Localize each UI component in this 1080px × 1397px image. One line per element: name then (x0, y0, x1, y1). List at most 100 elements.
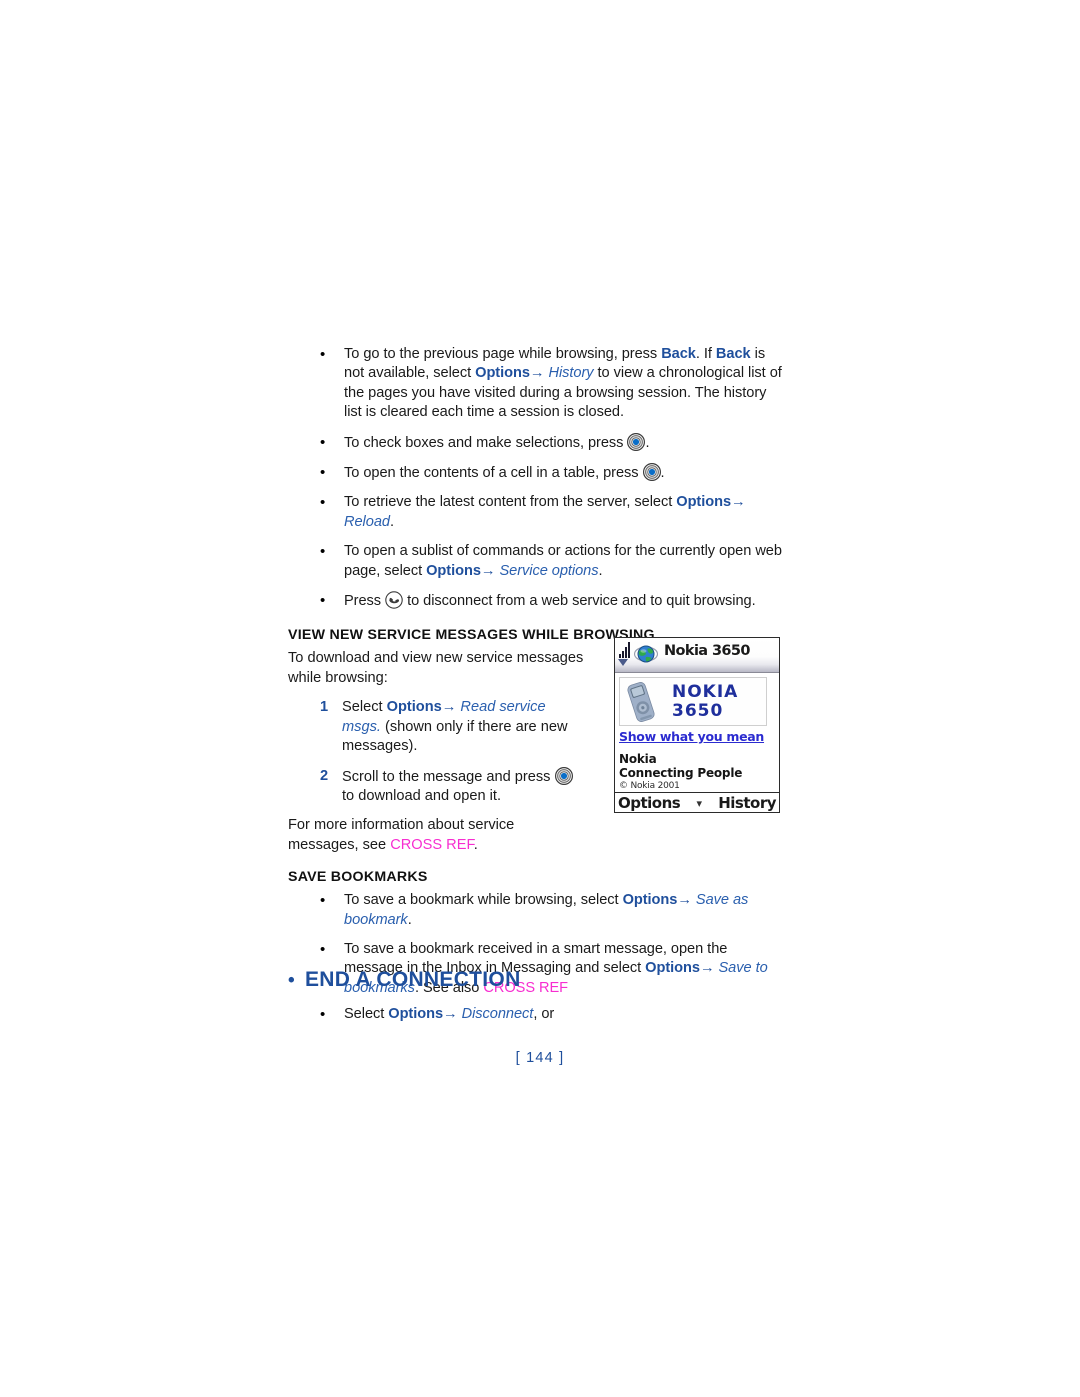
arrow-icon: → (677, 892, 692, 909)
softkey-options[interactable]: Options (618, 795, 681, 812)
body-text: . (407, 911, 412, 928)
browsing-tip-item: Press to disconnect from a web service a… (288, 591, 788, 611)
browsing-tips-list: To go to the previous page while browsin… (288, 345, 788, 611)
body-text: . (389, 513, 394, 530)
chevron-down-icon: ▾ (696, 797, 702, 810)
browsing-tip-item-text: To go to the previous page while browsin… (344, 345, 788, 423)
phone-screenshot-figure: Nokia 3650 NOKIA 3650 Show what you mean… (614, 637, 780, 813)
body-text: . If (695, 346, 716, 362)
bullet-icon (288, 591, 344, 610)
browsing-tip-item: To retrieve the latest content from the … (288, 493, 788, 532)
banner-wordmark: NOKIA 3650 (672, 683, 738, 721)
step-number: 2 (320, 767, 329, 784)
softkey-history[interactable]: History (718, 795, 776, 812)
view-messages-step: 1 Select Options→ Read service msgs. (sho… (288, 698, 588, 756)
end-connection-heading: • END A CONNECTION (288, 968, 521, 992)
bullet-icon (288, 433, 344, 452)
browsing-tip-item-text: To open a sublist of commands or actions… (344, 542, 788, 581)
banner-link[interactable]: Show what you mean (619, 729, 775, 744)
body-text: Select (342, 699, 387, 716)
view-messages-step: 2 Scroll to the message and press to down… (288, 766, 588, 807)
menu-subitem: Reload (344, 513, 390, 530)
body-text: to disconnect from a web service and to … (403, 593, 756, 610)
signal-bars-icon (619, 642, 630, 658)
browsing-tip-item: To open a sublist of commands or actions… (288, 542, 788, 581)
body-text: To save a bookmark while browsing, selec… (344, 892, 623, 909)
menu-command: Options (386, 699, 442, 716)
nokia-banner-ad[interactable]: NOKIA 3650 (619, 677, 767, 726)
step-text: Select Options→ Read service msgs. (show… (342, 698, 588, 756)
bullet-icon (288, 542, 344, 561)
browsing-tip-item-text: To retrieve the latest content from the … (344, 493, 788, 532)
phone-slogan: Nokia Connecting People (619, 752, 775, 780)
phone-title-text: Nokia 3650 (664, 643, 751, 659)
step-number: 1 (320, 699, 329, 716)
phone-screen-body: NOKIA 3650 Show what you mean Nokia Conn… (615, 673, 779, 812)
menu-command: Options (645, 960, 700, 977)
menu-command: Back (661, 346, 696, 362)
menu-subitem: Service options (499, 562, 599, 579)
arrow-icon: → (529, 365, 545, 382)
handset-image (627, 682, 655, 722)
body-text: Select (344, 1006, 389, 1022)
menu-command: Options (622, 892, 678, 909)
menu-command: Options (475, 365, 530, 382)
body-text: To open the contents of a cell in a tabl… (344, 465, 643, 482)
phone-softkey-bar: Options ▾ History (615, 792, 779, 812)
menu-command: Options (388, 1006, 444, 1022)
bullet-icon (288, 1005, 344, 1024)
bullet-icon (288, 940, 344, 959)
scroll-key-icon (554, 766, 573, 785)
browsing-tip-item: To go to the previous page while browsin… (288, 345, 788, 423)
menu-subitem: History (548, 365, 594, 382)
end-connection-item-text: Select Options→ Disconnect, or (344, 1005, 788, 1024)
save-bookmarks-heading: SAVE BOOKMARKS (288, 869, 428, 886)
menu-subitem: Disconnect (461, 1006, 534, 1022)
body-text: to download and open it. (342, 787, 502, 804)
bullet-icon (288, 345, 344, 364)
view-messages-intro: To download and view new service message… (288, 650, 584, 686)
arrow-icon: → (443, 1006, 458, 1022)
slogan-line-1: Nokia (619, 752, 657, 766)
browsing-tip-item: To check boxes and make selections, pres… (288, 432, 788, 453)
body-text: , or (533, 1006, 555, 1022)
scroll-key-icon (627, 432, 646, 451)
end-connection-heading-text: END A CONNECTION (304, 968, 521, 991)
body-text: To check boxes and make selections, pres… (344, 434, 628, 451)
step-text: Scroll to the message and press to downl… (342, 766, 588, 807)
browsing-tip-item-text: To open the contents of a cell in a tabl… (344, 463, 788, 483)
cross-reference: CROSS REF (390, 836, 474, 853)
browsing-tip-item-text: Press to disconnect from a web service a… (344, 591, 788, 611)
menu-command: Options (426, 562, 481, 579)
arrow-icon: → (441, 699, 457, 716)
body-text: . (660, 465, 665, 482)
save-bookmark-item-text: To save a bookmark while browsing, selec… (344, 891, 788, 930)
save-bookmark-item: To save a bookmark while browsing, selec… (288, 891, 788, 930)
menu-command: Options (676, 494, 732, 511)
slogan-line-2: Connecting People (619, 765, 743, 780)
browsing-tip-item-text: To check boxes and make selections, pres… (344, 432, 788, 453)
end-call-key-icon (385, 591, 403, 609)
page-number: [ 144 ] (515, 1050, 565, 1066)
globe-icon (634, 645, 658, 663)
body-text: . (473, 836, 478, 853)
arrow-icon: → (480, 562, 496, 579)
body-text: To retrieve the latest content from the … (344, 494, 677, 511)
browsing-tip-item: To open the contents of a cell in a tabl… (288, 463, 788, 483)
more-info-text: For more information about service messa… (288, 816, 588, 855)
body-text: . (645, 434, 650, 451)
scroll-key-icon (642, 463, 661, 482)
arrow-icon: → (699, 960, 715, 977)
end-connection-list: Select Options→ Disconnect, or (288, 1005, 788, 1034)
section-bullet-icon: • (288, 969, 295, 991)
view-messages-steps: 1 Select Options→ Read service msgs. (sho… (288, 698, 588, 806)
manual-page: To go to the previous page while browsin… (0, 0, 1080, 1397)
arrow-icon: → (731, 494, 746, 511)
body-text: Scroll to the message and press (342, 768, 555, 785)
antenna-triangle-icon (618, 659, 628, 666)
body-text: To go to the previous page while browsin… (344, 346, 662, 362)
banner-model: 3650 (672, 701, 724, 721)
menu-command: Back (715, 346, 751, 362)
body-text: Press (344, 593, 386, 610)
phone-copyright: © Nokia 2001 (619, 781, 680, 791)
